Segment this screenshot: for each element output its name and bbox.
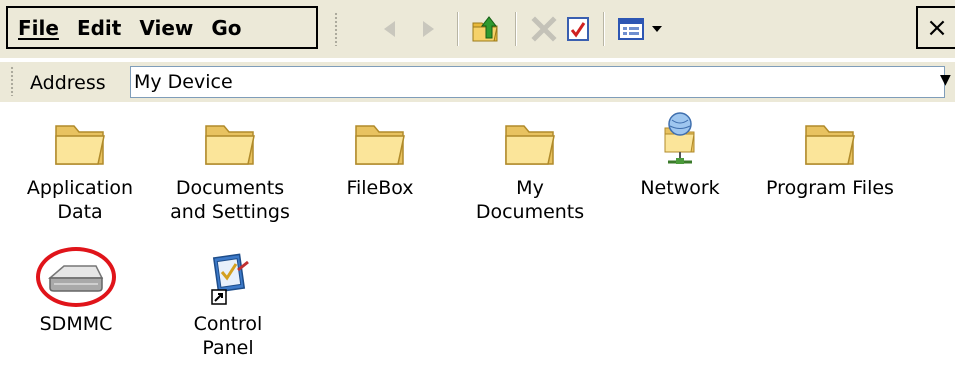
- control-panel-shortcut-icon: [211, 253, 249, 305]
- close-icon: ×: [926, 12, 948, 43]
- menu-go[interactable]: Go: [202, 16, 250, 40]
- properties-icon: [567, 17, 589, 41]
- folder-icon: [805, 125, 855, 165]
- item-label: Application Data: [26, 177, 134, 223]
- properties-button[interactable]: [560, 10, 596, 48]
- back-arrow-icon: [384, 21, 395, 37]
- menu-edit[interactable]: Edit: [68, 16, 130, 40]
- forward-button[interactable]: [410, 10, 446, 48]
- folder-item-documents-and-settings[interactable]: Documents and Settings: [155, 116, 305, 224]
- views-menu-icon: [618, 18, 662, 40]
- address-label: Address: [30, 72, 106, 94]
- folder-icon: [505, 125, 555, 165]
- views-button[interactable]: [612, 10, 674, 48]
- toolbar-separator: [515, 12, 516, 46]
- up-folder-icon: [472, 16, 498, 42]
- address-input[interactable]: My Device: [130, 66, 945, 98]
- item-label: My Documents: [475, 177, 585, 223]
- forward-arrow-icon: [423, 21, 434, 37]
- menu-view[interactable]: View: [130, 16, 202, 40]
- item-label: Program Files: [766, 177, 894, 199]
- address-bar: Address My Device ▼: [0, 62, 955, 102]
- folder-item-filebox[interactable]: FileBox: [305, 116, 455, 200]
- toolbar-separator: [457, 12, 458, 46]
- delete-x-icon: [531, 16, 557, 42]
- folder-item-my-documents[interactable]: My Documents: [455, 116, 605, 224]
- folder-item-network[interactable]: Network: [605, 110, 755, 200]
- network-folder-icon: [664, 112, 695, 164]
- folder-icon: [205, 125, 255, 165]
- folder-item-application-data[interactable]: Application Data: [5, 116, 155, 224]
- menu-file[interactable]: File: [8, 16, 68, 40]
- item-label: Documents and Settings: [170, 177, 290, 223]
- address-grip[interactable]: [10, 66, 14, 96]
- item-label: FileBox: [346, 177, 414, 199]
- up-button[interactable]: [468, 10, 504, 48]
- folder-icon: [355, 125, 405, 165]
- chevron-down-icon[interactable]: ▼: [940, 72, 951, 88]
- back-button[interactable]: [372, 10, 408, 48]
- item-label: Control Panel: [193, 313, 263, 359]
- highlight-circle: [36, 247, 116, 307]
- command-bar: File Edit View Go ×: [0, 0, 955, 58]
- item-label: Network: [640, 177, 720, 199]
- folder-icon: [55, 125, 105, 165]
- menu-bar: File Edit View Go: [6, 6, 318, 49]
- shortcut-item-control-panel[interactable]: Control Panel: [153, 250, 303, 360]
- delete-button[interactable]: [526, 10, 562, 48]
- close-button[interactable]: ×: [916, 6, 955, 49]
- toolbar-separator: [603, 12, 604, 46]
- folder-item-program-files[interactable]: Program Files: [755, 116, 905, 200]
- item-label: SDMMC: [39, 313, 113, 335]
- toolbar-grip[interactable]: [334, 12, 338, 46]
